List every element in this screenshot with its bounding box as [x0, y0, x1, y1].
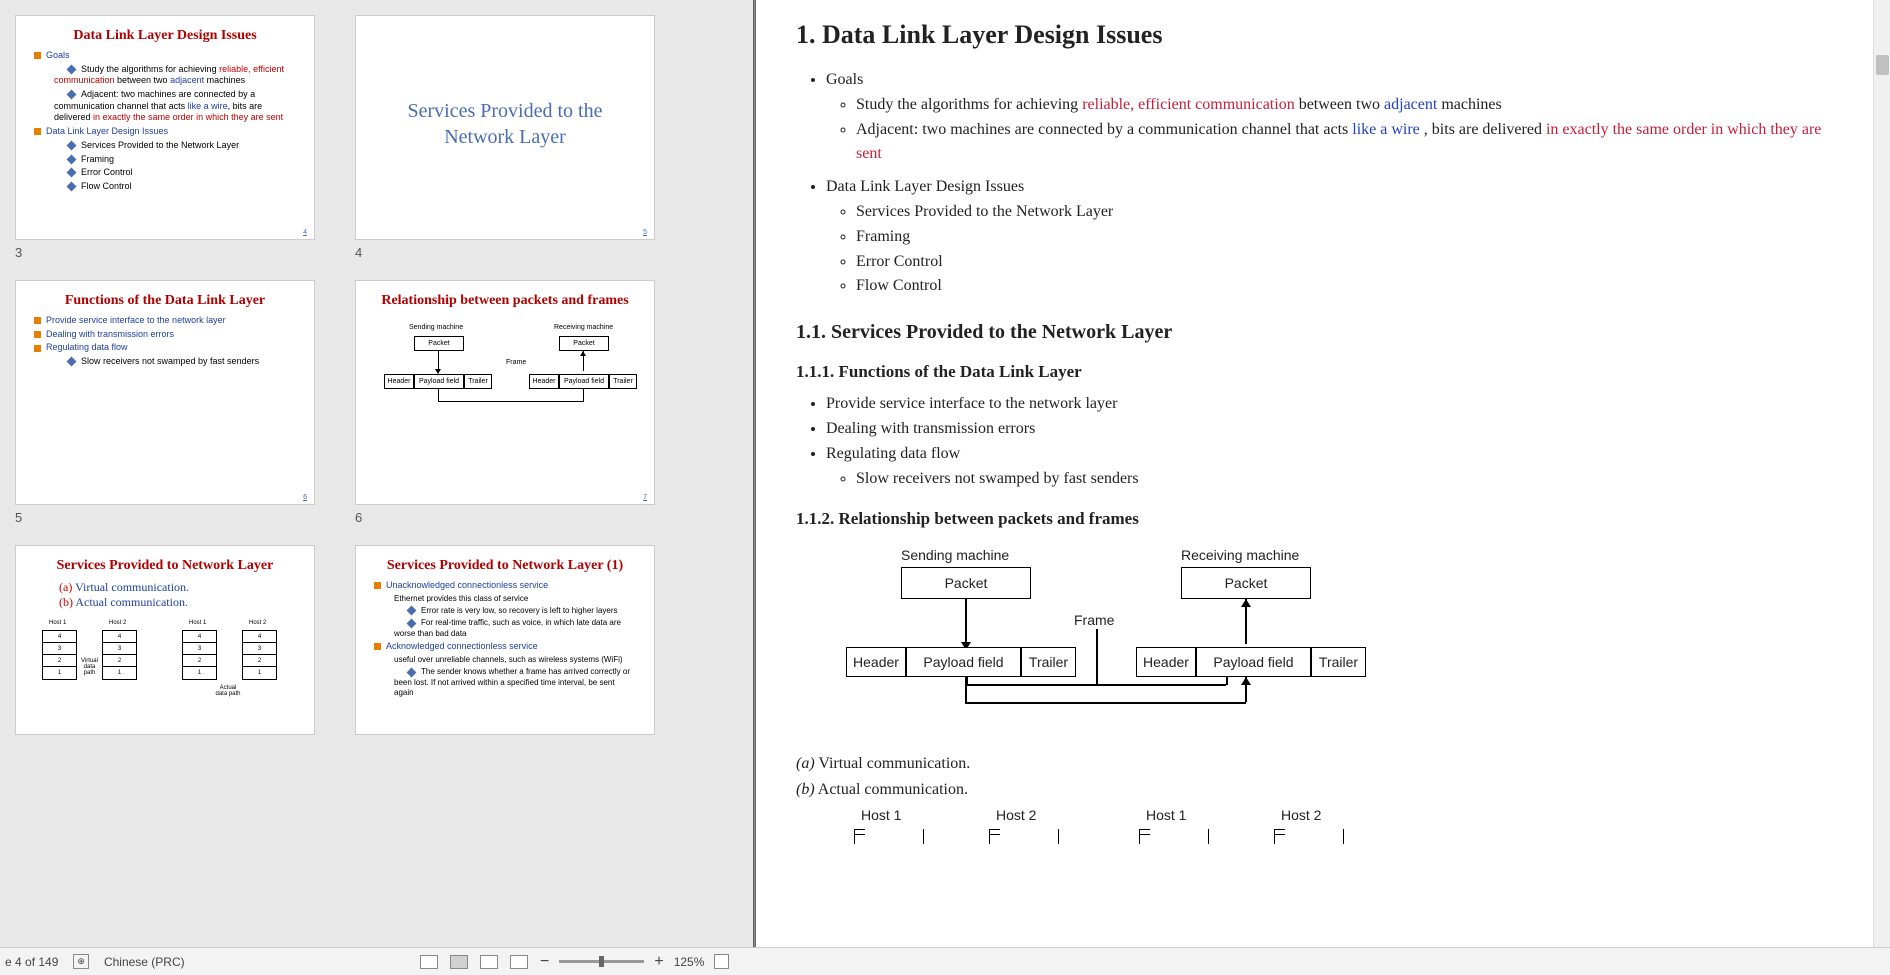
status-bar: e 4 of 149 ⊕ Chinese (PRC) − + 125%: [0, 947, 1890, 975]
view-reading-icon[interactable]: [480, 955, 498, 969]
slide-number: 3: [15, 245, 315, 260]
slide-6[interactable]: Relationship between packets and frames …: [355, 280, 655, 505]
slide-title: Data Link Layer Design Issues: [34, 28, 296, 44]
zoom-slider[interactable]: [559, 960, 644, 963]
slide-page-number: 6: [303, 494, 307, 501]
slide-number: 6: [355, 510, 655, 525]
slide-number: 5: [15, 510, 315, 525]
slide-title: Relationship between packets and frames: [374, 293, 636, 309]
slide-5[interactable]: Functions of the Data Link Layer Provide…: [15, 280, 315, 505]
zoom-out-button[interactable]: −: [540, 953, 549, 971]
fit-window-icon[interactable]: [714, 954, 729, 969]
page-indicator[interactable]: e 4 of 149: [5, 955, 58, 969]
slide-number: 4: [355, 245, 655, 260]
outline-panel[interactable]: 1. Data Link Layer Design Issues Goals S…: [756, 0, 1890, 947]
scrollbar[interactable]: [1873, 0, 1890, 947]
slide-title: Services Provided to the Network Layer: [374, 98, 636, 150]
heading-1-1-1: 1.1.1. Functions of the Data Link Layer: [796, 362, 1830, 382]
heading-1-1-2: 1.1.2. Relationship between packets and …: [796, 509, 1830, 529]
host-row-diagram: Host 1 Host 2 Host 1 Host 2: [846, 807, 1396, 852]
slide-title: Services Provided to Network Layer (1): [374, 558, 636, 574]
view-sorter-icon[interactable]: [450, 955, 468, 969]
zoom-level[interactable]: 125%: [674, 955, 705, 969]
slide-4[interactable]: Services Provided to the Network Layer 5: [355, 15, 655, 240]
packets-frames-diagram: Sending machine Receiving machine Packet…: [374, 324, 636, 444]
slide-page-number: 4: [303, 229, 307, 236]
heading-1: 1. Data Link Layer Design Issues: [796, 20, 1830, 50]
lang-icon[interactable]: ⊕: [73, 954, 89, 969]
view-slideshow-icon[interactable]: [510, 955, 528, 969]
slide-title: Functions of the Data Link Layer: [34, 293, 296, 309]
slide-thumbnails-panel[interactable]: Data Link Layer Design Issues Goals Stud…: [0, 0, 753, 947]
heading-1-1: 1.1. Services Provided to the Network La…: [796, 321, 1830, 344]
slide-8[interactable]: Services Provided to Network Layer (1) U…: [355, 545, 655, 735]
slide-page-number: 7: [643, 494, 647, 501]
packets-frames-diagram-large: Sending machine Receiving machine Packet…: [846, 547, 1396, 737]
slide-title: Services Provided to Network Layer: [34, 558, 296, 574]
language-indicator[interactable]: Chinese (PRC): [104, 955, 185, 969]
zoom-in-button[interactable]: +: [654, 953, 663, 971]
slide-page-number: 5: [643, 229, 647, 236]
view-normal-icon[interactable]: [420, 955, 438, 969]
host-layers-diagram: Host 1 Host 2 Host 1 Host 2 4321 4321 43…: [34, 620, 296, 730]
slide-3[interactable]: Data Link Layer Design Issues Goals Stud…: [15, 15, 315, 240]
slide-7[interactable]: Services Provided to Network Layer (a) V…: [15, 545, 315, 735]
scrollbar-thumb[interactable]: [1876, 55, 1889, 75]
